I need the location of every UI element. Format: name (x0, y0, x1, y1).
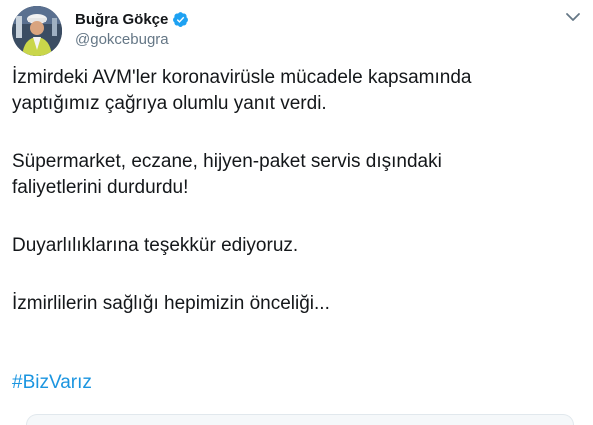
tweet-card: Buğra Gökçe @gokcebugra İzmirdeki AVM'le… (0, 0, 593, 425)
hashtag-link[interactable]: #BizVarız (12, 370, 92, 396)
tweet-paragraph: Süpermarket, eczane, hijyen-paket servis… (12, 151, 442, 198)
media-card-edge[interactable] (26, 414, 574, 425)
tweet-paragraph: İzmirlilerin sağlığı hepimizin önceliği.… (12, 293, 330, 314)
tweet-paragraph: Duyarlılıklarına teşekkür ediyoruz. (12, 235, 299, 256)
author-name-row[interactable]: Buğra Gökçe (75, 9, 189, 29)
avatar[interactable] (12, 6, 62, 56)
chevron-down-icon[interactable] (565, 10, 581, 24)
tweet-text: İzmirdeki AVM'ler koronavirüsle mücadele… (12, 65, 582, 317)
author-display-name[interactable]: Buğra Gökçe (75, 11, 168, 28)
tweet-paragraph: İzmirdeki AVM'ler koronavirüsle mücadele… (12, 67, 472, 114)
verified-badge-icon (172, 11, 189, 28)
profile-photo-icon (12, 6, 62, 56)
author-handle[interactable]: @gokcebugra (75, 31, 169, 48)
